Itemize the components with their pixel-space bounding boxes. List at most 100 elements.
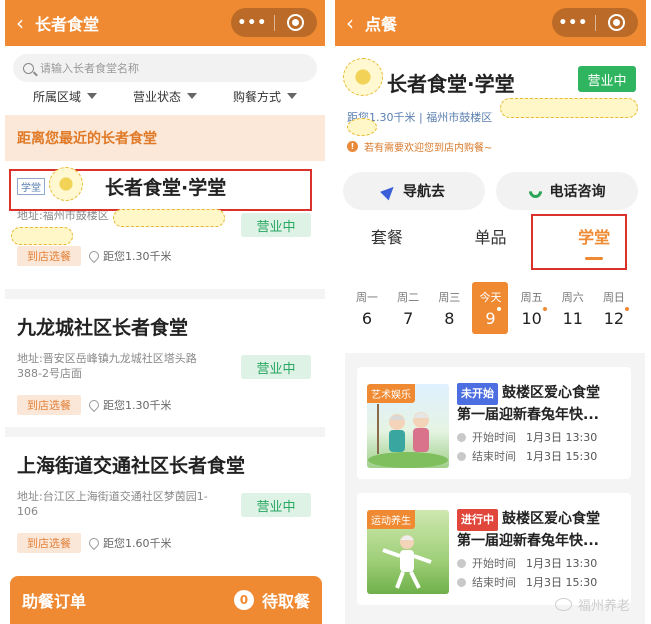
navigate-label: 导航去 <box>403 184 445 200</box>
status-badge: 营业中 <box>241 213 311 237</box>
day-item-today[interactable]: 今天 9 <box>472 282 509 334</box>
navigation-icon <box>380 182 398 200</box>
sticker-overlay <box>49 167 83 201</box>
more-icon[interactable]: ••• <box>552 15 595 31</box>
status-badge: 营业中 <box>578 66 636 92</box>
top-bar: ‹ 点餐 ••• <box>335 0 646 46</box>
weekday-label: 周六 <box>561 290 584 304</box>
sticker-overlay <box>347 118 377 136</box>
weekday-label: 今天 <box>479 290 502 304</box>
status-badge: 营业中 <box>241 355 311 379</box>
start-time: 开始时间 1月3日 13:30 <box>457 557 623 570</box>
visit-button[interactable]: 到店选餐 <box>17 533 81 553</box>
canteen-card[interactable]: 学堂 长者食堂·学堂 地址:福州市鼓楼区 营业中 到店选餐 距您1.30千米 <box>5 161 325 289</box>
canteen-name: 九龙城社区长者食堂 <box>17 317 189 339</box>
event-title-line1: 进行中 鼓楼区爱心食堂 <box>457 509 623 531</box>
sticker-overlay <box>113 209 225 227</box>
event-dot <box>625 306 630 311</box>
notice-text: 若有需要欢迎您到店内购餐~ <box>364 143 493 154</box>
filter-purchase-method[interactable]: 购餐方式 <box>215 88 315 105</box>
event-card[interactable]: 艺术娱乐 未开始 鼓楼区爱心食堂 第一届迎新春兔年快... 开始时间 1月3日 13… <box>357 367 631 479</box>
mini-program-capsule: ••• <box>552 8 638 37</box>
filter-label: 所属区域 <box>32 89 81 104</box>
clock-icon <box>457 433 466 442</box>
week-selector: 周一 6 周二 7 周三 8 今天 9 周五 10 周六 11 周日 12 <box>335 282 646 334</box>
location-icon <box>86 535 102 551</box>
canteen-list-screen: ‹ 长者食堂 ••• 请输入长者食堂名称 所属区域 营业状态 购餐方式 距离您最… <box>5 0 325 624</box>
status-badge: 进行中 <box>457 509 498 531</box>
day-item[interactable]: 周二 7 <box>390 282 426 334</box>
distance-text: 距您1.60千米 <box>103 537 172 550</box>
more-icon[interactable]: ••• <box>231 15 274 31</box>
filter-status[interactable]: 营业状态 <box>115 88 215 105</box>
watermark: 福州养老 <box>554 595 630 614</box>
dropdown-icon <box>87 93 97 99</box>
weekday-label: 周二 <box>397 290 420 304</box>
tab-single-item[interactable]: 单品 <box>439 224 543 248</box>
location-icon <box>86 248 102 264</box>
page-title: 长者食堂 <box>35 15 100 34</box>
navigate-button[interactable]: 导航去 <box>343 172 485 210</box>
event-title-line2: 第一届迎新春兔年快... <box>457 407 599 423</box>
back-button[interactable]: ‹ <box>335 0 365 46</box>
mini-program-capsule: ••• <box>231 8 317 37</box>
visit-button[interactable]: 到店选餐 <box>17 246 81 266</box>
event-thumbnail: 运动养生 <box>367 510 449 594</box>
weekday-label: 周日 <box>602 290 625 304</box>
canteen-name: 上海街道交通社区长者食堂 <box>17 455 246 477</box>
meal-order-bar[interactable]: 助餐订单 0 待取餐 <box>10 576 322 624</box>
close-miniprogram-icon[interactable] <box>274 14 317 31</box>
close-miniprogram-icon[interactable] <box>595 14 638 31</box>
back-button[interactable]: ‹ <box>5 0 35 46</box>
sticker-overlay <box>500 98 638 118</box>
start-time: 开始时间 1月3日 13:30 <box>457 431 623 444</box>
date-number: 10 <box>521 306 547 328</box>
nearest-section-header: 距离您最近的长者食堂 <box>5 115 325 161</box>
day-item[interactable]: 周六 11 <box>555 282 591 334</box>
canteen-card[interactable]: 上海街道交通社区长者食堂 地址:台江区上海街道交通社区梦茵园1- 106 营业中… <box>5 437 325 565</box>
visit-button[interactable]: 到店选餐 <box>17 395 81 415</box>
filter-region[interactable]: 所属区域 <box>15 88 115 105</box>
date-number: 6 <box>361 308 373 328</box>
day-item[interactable]: 周日 12 <box>596 282 632 334</box>
event-card[interactable]: 运动养生 进行中 鼓楼区爱心食堂 第一届迎新春兔年快... 开始时间 1月3日 13… <box>357 493 631 605</box>
category-label: 艺术娱乐 <box>367 384 415 403</box>
date-number: 12 <box>604 306 630 328</box>
day-item[interactable]: 周五 10 <box>514 282 550 334</box>
search-input[interactable]: 请输入长者食堂名称 <box>13 54 317 82</box>
search-icon <box>23 62 34 74</box>
call-label: 电话咨询 <box>549 184 606 200</box>
weekday-label: 周一 <box>356 290 378 304</box>
date-number: 9 <box>485 306 501 328</box>
filter-bar: 所属区域 营业状态 购餐方式 <box>5 82 325 110</box>
highlight-box <box>531 214 627 270</box>
status-badge: 未开始 <box>457 383 498 405</box>
canteen-meta: 到店选餐 距您1.30千米 <box>17 395 313 415</box>
info-icon: ! <box>347 141 358 152</box>
call-button[interactable]: 电话咨询 <box>496 172 638 210</box>
event-list: 艺术娱乐 未开始 鼓楼区爱心食堂 第一届迎新春兔年快... 开始时间 1月3日 13… <box>345 353 645 624</box>
category-label: 运动养生 <box>367 510 415 529</box>
dropdown-icon <box>287 93 297 99</box>
filter-label: 营业状态 <box>132 89 181 104</box>
event-info: 进行中 鼓楼区爱心食堂 第一届迎新春兔年快... 开始时间 1月3日 13:30 结… <box>457 509 623 589</box>
end-time: 结束时间 1月3日 15:30 <box>457 576 623 589</box>
clock-icon <box>457 452 466 461</box>
day-item[interactable]: 周三 8 <box>431 282 467 334</box>
sticker-overlay <box>343 58 383 96</box>
end-time: 结束时间 1月3日 15:30 <box>457 450 623 463</box>
canteen-card[interactable]: 九龙城社区长者食堂 地址:晋安区岳峰镇九龙城社区塔头路 388-2号店面 营业中… <box>5 299 325 427</box>
tab-set-meal[interactable]: 套餐 <box>335 224 439 248</box>
divider <box>5 289 325 299</box>
filter-label: 购餐方式 <box>232 89 281 104</box>
day-item[interactable]: 周一 6 <box>349 282 385 334</box>
distance-text: 距您1.30千米 <box>103 250 172 263</box>
page-title: 点餐 <box>365 15 398 34</box>
event-thumbnail: 艺术娱乐 <box>367 384 449 468</box>
date-number: 7 <box>403 308 414 328</box>
location-icon <box>86 397 102 413</box>
sticker-overlay <box>11 227 73 245</box>
pending-count: 0 <box>233 590 254 610</box>
watermark-text: 福州养老 <box>577 599 630 614</box>
clock-icon <box>457 578 466 587</box>
